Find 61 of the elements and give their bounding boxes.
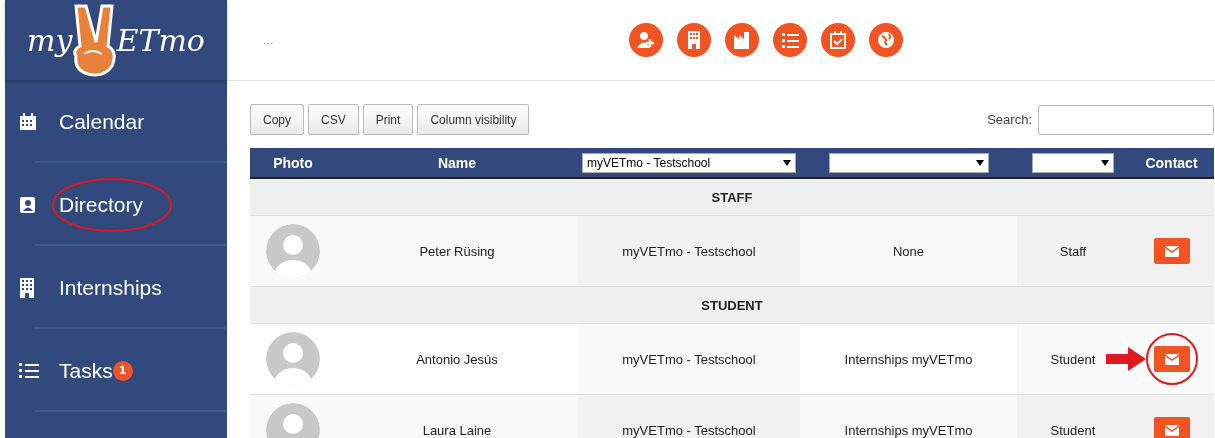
highlight-circle [1144, 332, 1199, 386]
export-button[interactable]: Print [362, 104, 414, 135]
email-button[interactable] [1153, 238, 1190, 264]
factory-button[interactable] [724, 23, 759, 57]
nav-item[interactable]: Tasks 1 [5, 329, 227, 412]
building-icon [19, 277, 35, 298]
table-cell: None [800, 215, 1017, 287]
caret-icon [1101, 159, 1109, 166]
export-button[interactable]: Column visibility [417, 104, 530, 135]
envelope-icon [1164, 424, 1179, 436]
avatar-placeholder [266, 332, 320, 386]
filter-dropdown[interactable]: myVETmo - Testschool [582, 152, 796, 173]
envelope-icon [1164, 353, 1179, 365]
table-cell: Internships myVETmo [800, 394, 1017, 438]
filter-dropdown[interactable] [1032, 152, 1114, 173]
table-cell: Internships myVETmo [800, 323, 1017, 395]
factory-icon [732, 31, 751, 49]
column-header: Name [336, 148, 578, 178]
table-cell: myVETmo - Testschool [578, 323, 800, 395]
table-cell: myVETmo - Testschool [578, 394, 800, 438]
nav-item[interactable]: Directory [5, 163, 227, 246]
nav-item[interactable]: Internships [5, 246, 227, 329]
numbered-list-icon [19, 361, 39, 380]
envelope-icon [1164, 245, 1179, 257]
logo-text: ETmo [116, 22, 205, 58]
table-cell: Student [1017, 323, 1129, 395]
contact-book-icon [19, 195, 37, 214]
column-header: Contact [1129, 148, 1214, 178]
table-cell: Antonio Jesús [336, 323, 578, 395]
export-button[interactable]: Copy [250, 104, 304, 135]
table-cell: myVETmo - Testschool [578, 215, 800, 287]
group-header: STUDENT [250, 286, 1214, 324]
add-user-icon [636, 31, 655, 49]
pointer-arrow [1105, 347, 1146, 371]
table-cell: Student [1017, 394, 1129, 438]
numbered-list-icon [780, 31, 799, 49]
caret-icon [783, 159, 791, 166]
export-button[interactable]: CSV [308, 104, 359, 135]
calendar-check-icon [828, 31, 847, 49]
calendar-check-button[interactable] [820, 23, 855, 57]
table-cell: Laura Laine [336, 394, 578, 438]
notification-badge: 1 [112, 360, 133, 381]
table-cell: Staff [1017, 215, 1129, 287]
logo-text: my [27, 22, 73, 58]
email-button[interactable] [1153, 346, 1190, 372]
search-field[interactable] [1038, 104, 1214, 135]
column-header: Photo [250, 148, 336, 178]
search-label: Search: [987, 112, 1032, 127]
globe-button[interactable] [868, 23, 903, 57]
building-button[interactable] [676, 23, 711, 57]
group-header: STAFF [250, 178, 1214, 216]
filter-dropdown[interactable] [828, 152, 989, 173]
email-button[interactable] [1153, 417, 1190, 438]
user-add-button[interactable] [628, 23, 663, 57]
caret-icon [975, 159, 984, 166]
avatar-placeholder [266, 224, 320, 278]
nav-item[interactable]: Calendar [5, 80, 227, 163]
table-cell: Peter Rüsing [336, 215, 578, 287]
calendar-icon [19, 112, 37, 131]
globe-icon [876, 31, 895, 49]
list-button[interactable] [772, 23, 807, 57]
